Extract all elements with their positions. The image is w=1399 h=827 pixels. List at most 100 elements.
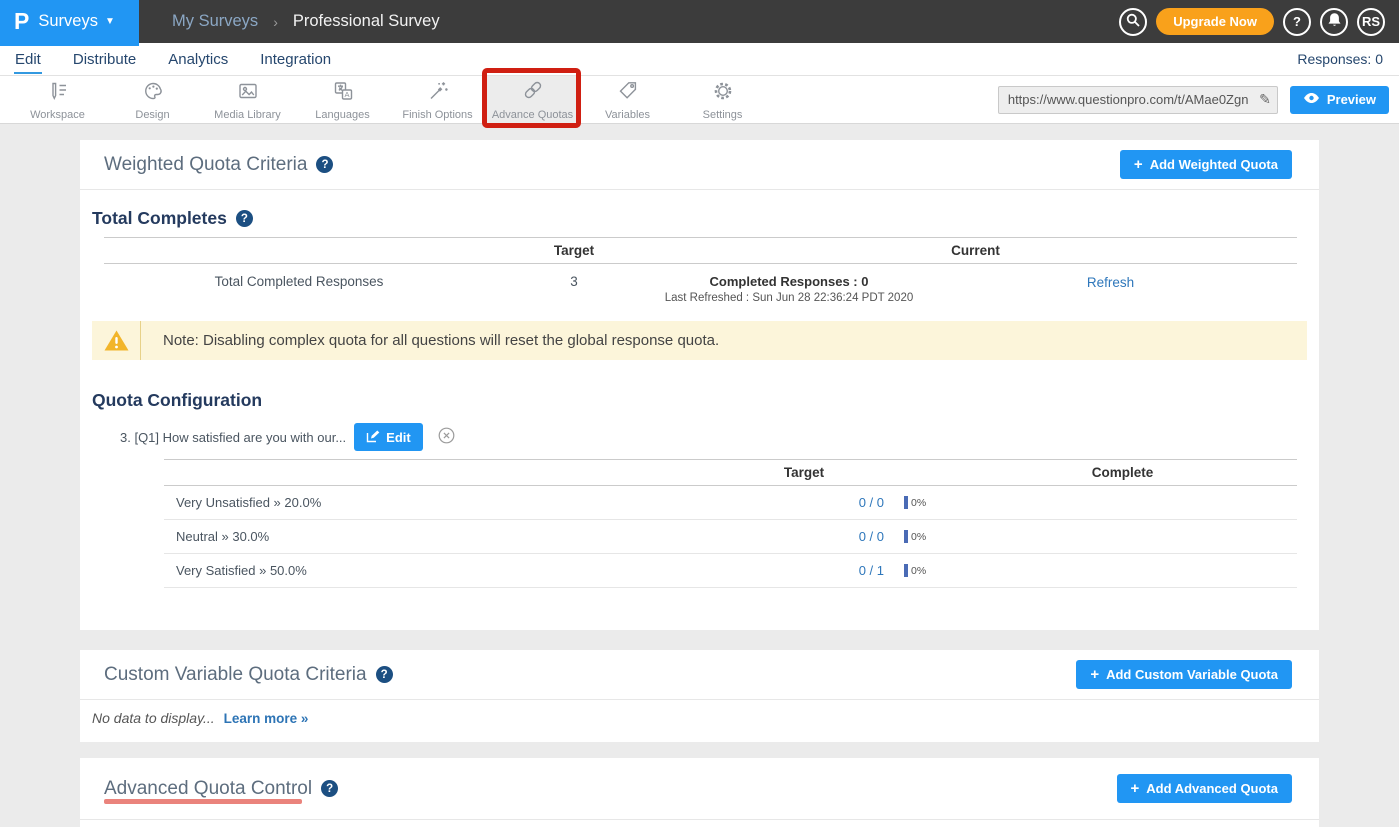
remove-question-button[interactable] [438,427,455,447]
quota-configuration-title: Quota Configuration [92,390,1319,411]
quota-note-banner: Note: Disabling complex quota for all qu… [92,321,1307,360]
total-completes-header-row: Target Current [104,237,1297,264]
learn-more-link[interactable]: Learn more » [224,711,309,726]
toolbar-item-workspace[interactable]: Workspace [10,76,105,123]
breadcrumb-current-survey: Professional Survey [293,12,440,31]
target-value: 3 [494,274,654,289]
add-advanced-quota-button[interactable]: + Add Advanced Quota [1117,774,1292,803]
tab-distribute[interactable]: Distribute [72,45,137,74]
percent-complete: 0% [911,565,926,577]
workspace-icon [46,79,70,108]
weighted-quota-header: Weighted Quota Criteria ? + Add Weighted… [80,140,1319,190]
product-name: Surveys [38,12,98,31]
advance-quotas-icon [521,79,545,108]
col-complete: Complete [948,465,1297,480]
toolbar-right-group: ✎ Preview [998,86,1399,114]
total-completes-row: Total Completed Responses 3 Completed Re… [104,264,1297,315]
refresh-link[interactable]: Refresh [1087,275,1134,290]
toolbar-item-advance-quotas[interactable]: Advance Quotas [485,76,580,123]
quota-row-very-satisfied: Very Satisfied » 50.0% 0 / 1 0% [164,554,1297,588]
toolbar-item-languages[interactable]: A Languages [295,76,390,123]
col-current: Current [654,243,1297,258]
col-target: Target [494,243,654,258]
quota-target-value: 0 / 0 [724,495,884,510]
weighted-quota-help-icon[interactable]: ? [316,156,333,173]
breadcrumb: My Surveys › Professional Survey [172,12,440,31]
search-icon [1126,13,1140,30]
logo-accent-underline [0,43,139,46]
quota-target-value: 0 / 1 [724,563,884,578]
weighted-quota-title: Weighted Quota Criteria [104,154,307,176]
answer-option-label: Neutral » 30.0% [164,529,724,544]
variables-icon [616,79,640,108]
media-library-icon [236,79,260,108]
note-text: Note: Disabling complex quota for all qu… [141,332,719,349]
edit-icon [366,429,380,446]
quota-question-row: 3. [Q1] How satisfied are you with our..… [120,423,1319,451]
quota-row-neutral: Neutral » 30.0% 0 / 0 0% [164,520,1297,554]
breadcrumb-separator: › [273,14,278,30]
no-data-row: No data to display... Learn more » [80,700,1319,726]
main-nav-tabs: Edit Distribute Analytics Integration Re… [0,43,1399,76]
advanced-quota-help-icon[interactable]: ? [321,780,338,797]
toolbar-item-settings[interactable]: Settings [675,76,770,123]
avatar[interactable]: RS [1357,8,1385,36]
settings-gear-icon [711,79,735,108]
toolbar-item-media-library[interactable]: Media Library [200,76,295,123]
total-completed-responses-label: Total Completed Responses [104,274,494,289]
tab-edit[interactable]: Edit [14,45,42,74]
surveys-product-menu[interactable]: P Surveys ▼ [0,0,139,43]
top-header: P Surveys ▼ My Surveys › Professional Su… [0,0,1399,43]
survey-url-input[interactable] [998,86,1278,114]
languages-icon: A [331,79,355,108]
toolbar-item-design[interactable]: Design [105,76,200,123]
edit-url-pencil-icon[interactable]: ✎ [1259,91,1271,108]
advanced-quota-title: Advanced Quota Control [104,778,312,800]
weighted-quota-card: Weighted Quota Criteria ? + Add Weighted… [80,140,1319,630]
preview-button[interactable]: Preview [1290,86,1389,114]
progress-bar-indicator [904,564,908,577]
breadcrumb-my-surveys[interactable]: My Surveys [172,12,258,31]
design-icon [141,79,165,108]
toolbar-item-variables[interactable]: Variables [580,76,675,123]
percent-complete: 0% [911,531,926,543]
upgrade-now-button[interactable]: Upgrade Now [1156,8,1274,35]
completed-responses-value: Completed Responses : 0 [654,274,924,289]
main-content: Weighted Quota Criteria ? + Add Weighted… [0,124,1399,827]
questionpro-logo: P [14,10,29,33]
progress-bar-indicator [904,530,908,543]
header-actions: Upgrade Now ? RS [1119,8,1399,36]
custom-variable-quota-header: Custom Variable Quota Criteria ? + Add C… [80,650,1319,700]
add-weighted-quota-button[interactable]: + Add Weighted Quota [1120,150,1292,179]
total-completes-table: Target Current Total Completed Responses… [104,237,1297,315]
plus-icon: + [1131,780,1140,797]
eye-icon [1303,92,1320,107]
survey-url-wrap: ✎ [998,86,1278,114]
plus-icon: + [1134,156,1143,173]
svg-text:A: A [344,89,349,98]
plus-icon: + [1090,666,1099,683]
responses-count: Responses: 0 [1297,51,1399,67]
notifications-button[interactable] [1320,8,1348,36]
edit-question-button[interactable]: Edit [354,423,423,451]
tab-integration[interactable]: Integration [259,45,332,74]
advanced-quota-card: Advanced Quota Control ? + Add Advanced … [80,758,1319,827]
help-button[interactable]: ? [1283,8,1311,36]
circle-x-icon [438,427,455,447]
custom-variable-help-icon[interactable]: ? [376,666,393,683]
quota-row-very-unsatisfied: Very Unsatisfied » 20.0% 0 / 0 0% [164,486,1297,520]
col-target: Target [724,465,884,480]
no-data-text: No data to display... [92,710,215,726]
add-custom-variable-quota-button[interactable]: + Add Custom Variable Quota [1076,660,1292,689]
percent-complete: 0% [911,497,926,509]
total-completes-help-icon[interactable]: ? [236,210,253,227]
toolbar-item-finish-options[interactable]: Finish Options [390,76,485,123]
search-button[interactable] [1119,8,1147,36]
tab-analytics[interactable]: Analytics [167,45,229,74]
answer-option-label: Very Satisfied » 50.0% [164,563,724,578]
progress-bar-indicator [904,496,908,509]
quota-table-header-row: Target Complete [164,459,1297,486]
custom-variable-quota-card: Custom Variable Quota Criteria ? + Add C… [80,650,1319,742]
warning-triangle-icon [92,329,140,352]
quota-target-value: 0 / 0 [724,529,884,544]
